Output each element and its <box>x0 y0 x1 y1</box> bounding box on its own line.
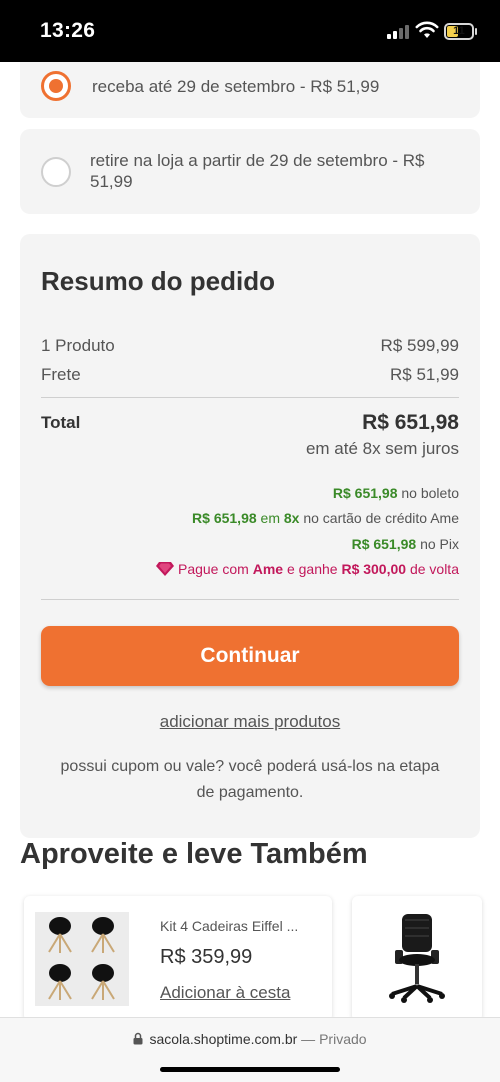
lock-icon <box>133 1032 143 1045</box>
shipping-option-label: receba até 29 de setembro - R$ 51,99 <box>92 77 380 96</box>
pix-text: no Pix <box>416 536 459 552</box>
card-amount: R$ 651,98 <box>192 510 257 526</box>
products-value: R$ 599,99 <box>380 336 459 355</box>
shipping-option-delivery[interactable]: receba até 29 de setembro - R$ 51,99 <box>20 62 480 118</box>
card-times: 8x <box>283 510 300 526</box>
add-to-basket-link[interactable]: Adicionar à cesta <box>160 983 290 1003</box>
radio-unselected[interactable] <box>41 157 71 187</box>
shipping-value: R$ 51,99 <box>390 365 459 384</box>
products-row: 1 Produto R$ 599,99 <box>41 336 459 356</box>
product-image[interactable] <box>35 912 129 1006</box>
wifi-icon <box>415 21 439 38</box>
cellular-signal-icon <box>387 25 411 39</box>
ame-amount: R$ 300,00 <box>341 561 407 577</box>
boleto-amount: R$ 651,98 <box>332 485 398 501</box>
radio-selected[interactable] <box>41 71 71 101</box>
card-text: no cartão de crédito Ame <box>299 510 459 526</box>
shipping-row: Frete R$ 51,99 <box>41 365 459 385</box>
status-bar: 13:26 11 <box>0 0 500 62</box>
ame-cashback: Pague com Ame e ganhe R$ 300,00 de volta <box>155 561 459 577</box>
card-em: em <box>256 510 284 526</box>
shipping-label: Frete <box>41 365 81 384</box>
ame-gem-icon <box>155 562 174 576</box>
ame-mid: e ganhe <box>283 561 342 577</box>
recommendations-title: Aproveite e leve Também <box>20 838 368 870</box>
private-label: Privado <box>319 1031 367 1047</box>
summary-title: Resumo do pedido <box>41 266 275 296</box>
shipping-option-label: retire na loja a partir de 29 de setembr… <box>90 151 425 191</box>
ame-post: de volta <box>406 561 459 577</box>
pix-price: R$ 651,98 no Pix <box>352 536 459 552</box>
battery-icon: 11 <box>444 23 474 40</box>
product-card[interactable] <box>352 896 482 1017</box>
divider <box>41 599 459 600</box>
home-indicator[interactable] <box>160 1067 340 1072</box>
checkout-page: receba até 29 de setembro - R$ 51,99 ret… <box>0 62 500 1017</box>
url-domain: sacola.shoptime.com.br <box>149 1031 298 1047</box>
total-value: R$ 651,98 <box>362 411 459 434</box>
ame-brand: Ame <box>252 561 284 577</box>
card-price: R$ 651,98 em 8x no cartão de crédito Ame <box>192 510 459 526</box>
add-more-products-link[interactable]: adicionar mais produtos <box>160 712 340 731</box>
coupon-note: possui cupom ou vale? você poderá usá-lo… <box>60 758 440 801</box>
divider <box>41 397 459 398</box>
total-label: Total <box>41 413 81 432</box>
shipping-option-pickup[interactable]: retire na loja a partir de 29 de setembr… <box>20 129 480 214</box>
ame-pre: Pague com <box>177 561 253 577</box>
continue-button[interactable]: Continuar <box>41 626 459 686</box>
status-time: 13:26 <box>40 19 96 42</box>
order-summary: Resumo do pedido 1 Produto R$ 599,99 Fre… <box>20 234 480 838</box>
browser-url-bar[interactable]: sacola.shoptime.com.br — Privado <box>0 1017 500 1082</box>
product-card[interactable]: Kit 4 Cadeiras Eiffel ... R$ 359,99 Adic… <box>24 896 332 1017</box>
products-label: 1 Produto <box>41 336 115 355</box>
url-separator: — <box>297 1031 320 1047</box>
product-price: R$ 359,99 <box>160 946 253 968</box>
boleto-text: no boleto <box>397 485 459 501</box>
add-more-products-link-wrap: adicionar mais produtos <box>20 712 480 732</box>
pix-amount: R$ 651,98 <box>351 536 417 552</box>
boleto-price: R$ 651,98 no boleto <box>333 485 459 501</box>
installments-text: em até 8x sem juros <box>305 439 459 458</box>
url-display[interactable]: sacola.shoptime.com.br — Privado <box>0 1031 500 1047</box>
product-name[interactable]: Kit 4 Cadeiras Eiffel ... <box>160 918 298 934</box>
office-chair-image[interactable] <box>382 906 452 1006</box>
battery-level: 11 <box>453 25 465 37</box>
